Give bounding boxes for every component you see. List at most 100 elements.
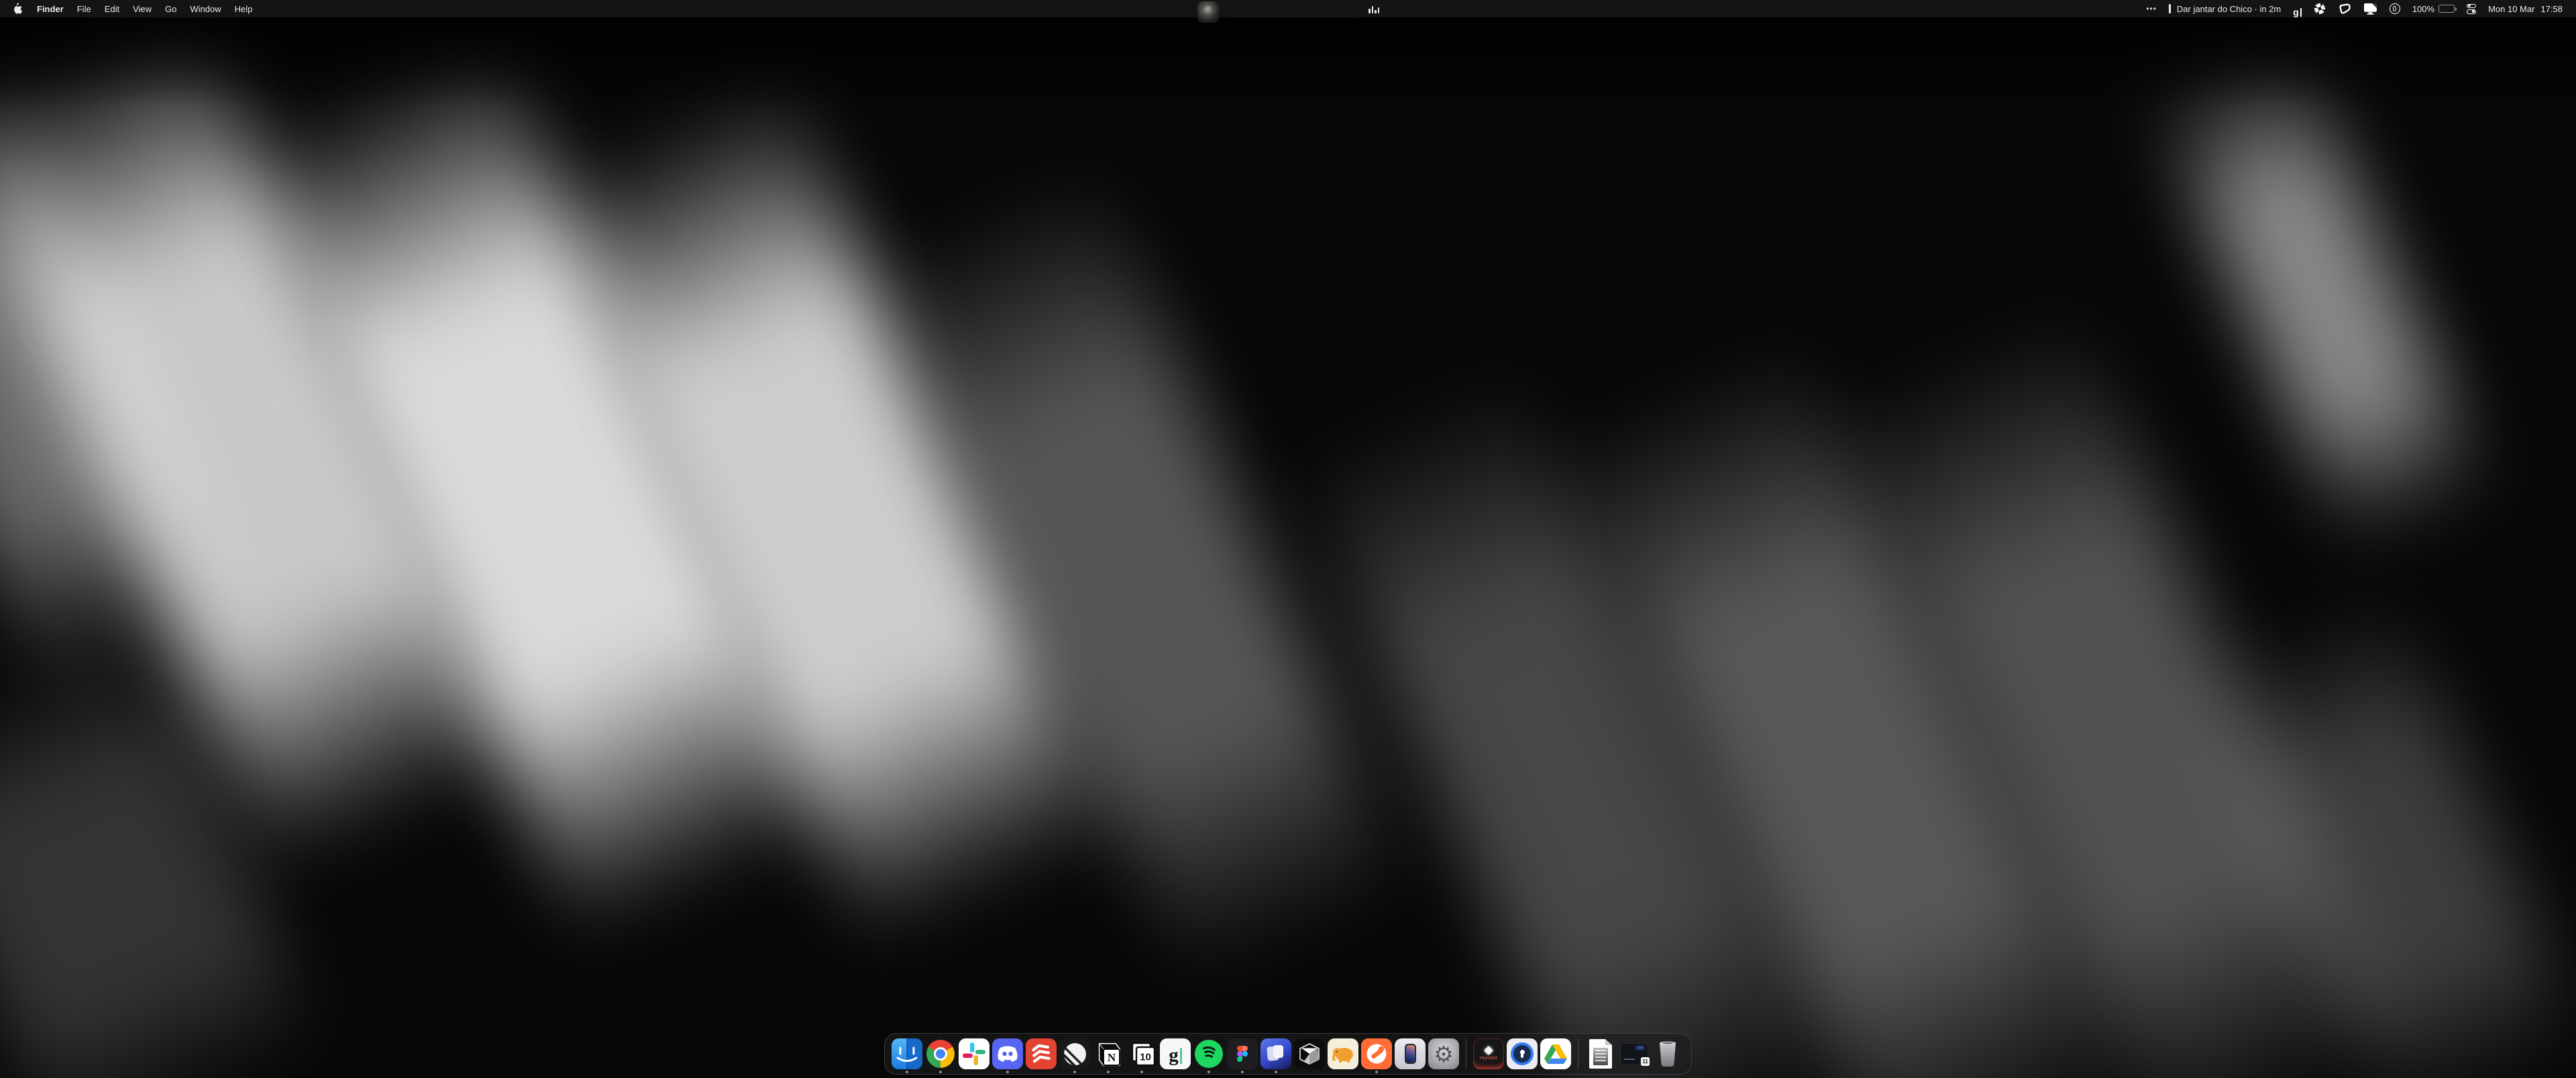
dock-item-notion-calendar[interactable]: 10 bbox=[1125, 1033, 1159, 1075]
running-indicator bbox=[1275, 1071, 1277, 1073]
dock-item-chrome[interactable] bbox=[924, 1033, 957, 1075]
status-overflow-icon[interactable]: ••• bbox=[2146, 4, 2157, 13]
dock-item-notion[interactable]: N bbox=[1091, 1033, 1125, 1075]
battery-status[interactable]: 100% ϟ bbox=[2412, 4, 2455, 14]
raycast-label: raycast bbox=[1480, 1056, 1497, 1061]
notion-icon: N bbox=[1093, 1038, 1124, 1069]
album-art-thumbnail[interactable] bbox=[1197, 1, 1219, 23]
postico-elephant-icon bbox=[1328, 1038, 1358, 1069]
grammarly-cursor bbox=[1180, 1048, 1182, 1064]
figma-icon bbox=[1227, 1038, 1258, 1069]
dock-item-slack[interactable] bbox=[957, 1033, 991, 1075]
calendar-event-item[interactable]: Dar jantar do Chico · in 2m bbox=[2169, 4, 2281, 14]
dock-item-discord[interactable] bbox=[991, 1033, 1024, 1075]
onepassword-icon bbox=[1507, 1038, 1538, 1069]
menu-item-label: View bbox=[133, 4, 152, 14]
cube-3d-icon bbox=[1294, 1038, 1325, 1069]
document-file-icon bbox=[1589, 1039, 1612, 1069]
raycast-icon: raycast bbox=[1473, 1038, 1504, 1069]
pick-icon[interactable] bbox=[2338, 0, 2351, 17]
wallpaper-band bbox=[2150, 32, 2492, 558]
grammarly-glyph: g bbox=[2293, 7, 2299, 17]
grammarly-glyph: g bbox=[1169, 1046, 1179, 1064]
menu-item-window[interactable]: Window bbox=[183, 0, 227, 17]
postman-icon bbox=[1361, 1038, 1392, 1069]
menu-bar-clock[interactable]: Mon 10 Mar 17:58 bbox=[2488, 4, 2563, 14]
menu-item-help[interactable]: Help bbox=[228, 0, 260, 17]
dock-item-raycast[interactable]: raycast bbox=[1472, 1033, 1505, 1075]
dock-item-1password[interactable] bbox=[1505, 1033, 1539, 1075]
charging-bolt-icon: ϟ bbox=[2444, 5, 2448, 13]
menu-item-edit[interactable]: Edit bbox=[98, 0, 126, 17]
dock-item-figma[interactable] bbox=[1226, 1033, 1259, 1075]
dock-item-system-settings[interactable]: ⚙ bbox=[1427, 1033, 1460, 1075]
menu-item-label: Finder bbox=[37, 4, 64, 14]
dock-item-linear[interactable] bbox=[1058, 1033, 1091, 1075]
wallpaper bbox=[0, 0, 2576, 1078]
running-indicator bbox=[1073, 1071, 1076, 1073]
menu-item-label: Window bbox=[190, 4, 221, 14]
dock-item-iphone-mirroring[interactable] bbox=[1393, 1033, 1427, 1075]
menu-item-view[interactable]: View bbox=[126, 0, 158, 17]
desktop: Finder File Edit View Go Window Help •••… bbox=[0, 0, 2576, 1078]
finder-icon bbox=[892, 1038, 922, 1069]
google-drive-icon bbox=[1540, 1038, 1571, 1069]
running-indicator bbox=[1140, 1071, 1143, 1073]
dock-item-todoist[interactable] bbox=[1024, 1033, 1058, 1075]
trash-icon bbox=[1652, 1038, 1683, 1069]
control-center-icon[interactable] bbox=[2467, 0, 2476, 17]
display-icon[interactable] bbox=[2363, 0, 2377, 17]
running-indicator bbox=[1375, 1071, 1378, 1073]
date-label: Mon 10 Mar bbox=[2488, 4, 2534, 14]
grammarly-icon[interactable]: g bbox=[2293, 0, 2302, 17]
dock-item-trash[interactable] bbox=[1651, 1033, 1684, 1075]
running-indicator bbox=[1006, 1071, 1009, 1073]
onepassword-icon[interactable] bbox=[2390, 3, 2400, 14]
dock-item-postico[interactable] bbox=[1326, 1033, 1360, 1075]
menu-item-file[interactable]: File bbox=[70, 0, 98, 17]
iphone-mirroring-icon bbox=[1395, 1038, 1426, 1069]
grammarly-cursor-icon bbox=[2300, 8, 2302, 17]
calendar-badge-icon: 11 bbox=[1640, 1057, 1650, 1067]
dock-item-grammarly[interactable]: g bbox=[1159, 1033, 1192, 1075]
event-text: Dar jantar do Chico · in 2m bbox=[2177, 4, 2281, 14]
battery-percent-label: 100% bbox=[2412, 4, 2434, 14]
toggle-pill bbox=[2467, 4, 2476, 9]
toggle-pill bbox=[2467, 9, 2476, 14]
dock-item-finder[interactable] bbox=[890, 1033, 924, 1075]
menu-item-label: Go bbox=[165, 4, 176, 14]
onepassword-slot bbox=[2393, 6, 2396, 11]
discord-icon bbox=[992, 1038, 1023, 1069]
dock-item-postman[interactable] bbox=[1360, 1033, 1393, 1075]
grammarly-icon: g bbox=[1160, 1038, 1191, 1069]
apple-menu[interactable] bbox=[0, 0, 30, 17]
menu-bar-status: ••• Dar jantar do Chico · in 2m g bbox=[2146, 0, 2576, 17]
chrome-icon bbox=[925, 1038, 956, 1069]
dock-item-google-drive[interactable] bbox=[1539, 1033, 1572, 1075]
menu-item-app[interactable]: Finder bbox=[30, 0, 70, 17]
dock-item-spotify[interactable] bbox=[1192, 1033, 1226, 1075]
spotify-icon bbox=[1193, 1038, 1224, 1069]
sunburst-icon[interactable] bbox=[2314, 0, 2326, 17]
slack-icon bbox=[959, 1038, 989, 1069]
running-indicator bbox=[1208, 1071, 1210, 1073]
menu-item-label: Edit bbox=[105, 4, 119, 14]
running-indicator bbox=[1241, 1071, 1244, 1073]
todoist-icon bbox=[1026, 1038, 1057, 1069]
menu-bar: Finder File Edit View Go Window Help •••… bbox=[0, 0, 2576, 17]
menu-item-label: Help bbox=[235, 4, 253, 14]
linear-icon bbox=[1059, 1038, 1090, 1069]
menu-item-go[interactable]: Go bbox=[158, 0, 183, 17]
dock-item-cube-3d-app[interactable] bbox=[1293, 1033, 1326, 1075]
event-indicator-bar-icon bbox=[2169, 4, 2171, 13]
dock-item-screen-studio[interactable] bbox=[1259, 1033, 1293, 1075]
running-indicator bbox=[1107, 1071, 1110, 1073]
running-indicator bbox=[906, 1071, 908, 1073]
dock-item-document-file[interactable] bbox=[1584, 1033, 1617, 1075]
apple-logo-icon bbox=[12, 3, 22, 15]
dock: N 10 g bbox=[884, 1033, 1692, 1075]
gear-icon: ⚙ bbox=[1428, 1038, 1459, 1069]
audio-visualizer-icon bbox=[1368, 5, 1379, 13]
menu-bar-left: Finder File Edit View Go Window Help bbox=[0, 0, 259, 17]
dock-item-minimized-window[interactable]: 11 bbox=[1617, 1033, 1651, 1075]
